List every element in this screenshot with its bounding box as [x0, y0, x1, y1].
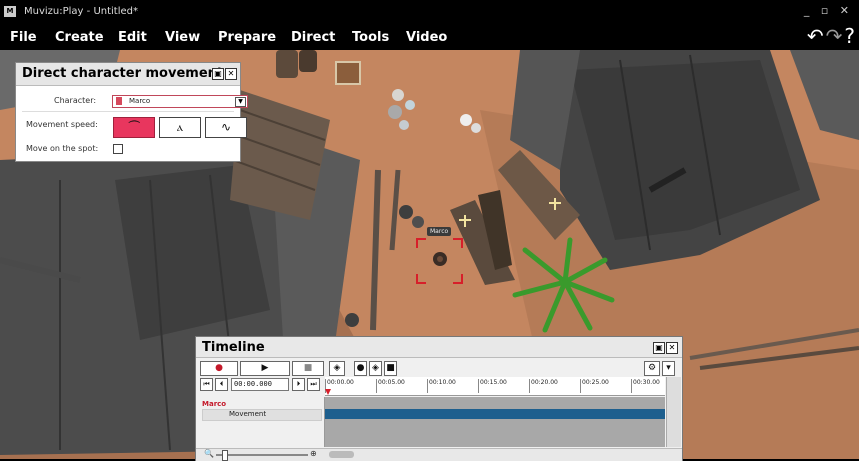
dot-icon[interactable]: ●	[354, 361, 367, 376]
zoom-slider-handle[interactable]	[222, 450, 228, 461]
character-name-tag: Marco	[427, 227, 452, 236]
square-icon[interactable]: ■	[384, 361, 397, 376]
character-value: Marco	[129, 97, 151, 105]
menu-direct[interactable]: Direct	[291, 30, 335, 45]
close-icon[interactable]: ✕	[225, 68, 237, 80]
horizontal-scrollbar[interactable]	[329, 451, 354, 458]
panel-title: Direct character movement	[22, 66, 224, 81]
close-icon[interactable]: ✕	[666, 342, 678, 354]
crate	[335, 61, 361, 85]
step-back-icon[interactable]: ⏴	[215, 378, 228, 391]
undo-redo-group: ↶ ↷?	[805, 26, 855, 46]
character-selection-frame[interactable]	[416, 238, 463, 284]
app-icon: M	[4, 6, 16, 17]
gear-icon[interactable]: ⚙	[644, 361, 660, 376]
barrel	[299, 50, 317, 72]
zoom-in-icon[interactable]: ⊕	[310, 449, 317, 458]
step-forward-icon[interactable]: ⏵	[292, 378, 305, 391]
spot-label: Move on the spot:	[26, 144, 99, 153]
barrel	[276, 50, 298, 78]
character-icon	[116, 97, 122, 105]
run-icon: ⏜	[128, 120, 140, 134]
character-label: Character:	[54, 96, 97, 105]
timeline-header[interactable]: Timeline ▣ ✕	[196, 337, 682, 358]
menu-file[interactable]: File	[10, 30, 37, 45]
keyframe-icon[interactable]: ◈	[329, 361, 345, 376]
track-movement[interactable]: Movement	[202, 409, 322, 421]
menu-prepare[interactable]: Prepare	[218, 30, 276, 45]
help-button[interactable]: ?	[844, 24, 855, 48]
time-ruler[interactable]: 00:00.00 00:05.00 00:10.00 00:15.00 00:2…	[325, 377, 665, 396]
chevron-down-icon[interactable]: ▾	[662, 361, 675, 376]
sneak-icon: ∿	[220, 120, 232, 134]
menu-view[interactable]: View	[165, 30, 200, 45]
undo-icon[interactable]: ↶	[807, 24, 824, 48]
add-key-icon[interactable]: ◈	[369, 361, 382, 376]
track-name-marco[interactable]: Marco	[202, 400, 226, 408]
movement-clip[interactable]	[325, 409, 665, 419]
time-tick: 00:30.00	[631, 379, 660, 393]
speed-label: Movement speed:	[26, 120, 98, 129]
vertical-scrollbar[interactable]	[666, 377, 681, 447]
play-button[interactable]: ▶	[240, 361, 290, 376]
menu-edit[interactable]: Edit	[118, 30, 147, 45]
zoom-slider[interactable]	[216, 454, 308, 456]
zoom-row: 🔍 ⊕	[196, 448, 682, 461]
walk-icon: ⲁ	[177, 120, 183, 134]
track-sub-label: Movement	[229, 410, 267, 418]
move-on-spot-checkbox[interactable]	[113, 144, 123, 154]
speed-walk-button[interactable]: ⲁ	[159, 117, 201, 138]
rewind-start-icon[interactable]: ⏮	[200, 378, 213, 391]
stop-button[interactable]: ■	[292, 361, 324, 376]
playhead[interactable]	[325, 389, 331, 395]
zoom-out-icon[interactable]: 🔍	[204, 449, 214, 458]
chevron-down-icon[interactable]: ▼	[235, 97, 246, 107]
title-bar: M Muvizu:Play - Untitled* _ ▫ ✕	[0, 0, 859, 24]
menu-bar: File Create Edit View Prepare Direct Too…	[0, 24, 859, 50]
redo-icon[interactable]: ↷	[826, 24, 843, 48]
time-tick: 00:05.00	[376, 379, 405, 393]
timecode-field[interactable]: 00:00.000	[231, 378, 289, 391]
divider	[22, 111, 234, 112]
time-tick: 00:20.00	[529, 379, 558, 393]
timeline-panel: Timeline ▣ ✕ ● ▶ ■ ◈ ● ◈ ■ ⚙ ▾ ⏮ ⏴ 00:00…	[195, 336, 683, 461]
window-controls[interactable]: _ ▫ ✕	[804, 4, 853, 17]
menu-tools[interactable]: Tools	[352, 30, 389, 45]
menu-video[interactable]: Video	[406, 30, 447, 45]
speed-sneak-button[interactable]: ∿	[205, 117, 247, 138]
time-tick: 00:15.00	[478, 379, 507, 393]
forward-end-icon[interactable]: ⏭	[307, 378, 320, 391]
speed-run-button[interactable]: ⏜	[113, 117, 155, 138]
direct-movement-panel: Direct character movement ▣ ✕ Character:…	[15, 62, 248, 162]
time-tick: 00:25.00	[580, 379, 609, 393]
track-area[interactable]	[325, 397, 665, 447]
panel-header[interactable]: Direct character movement ▣ ✕	[16, 63, 240, 86]
time-tick: 00:10.00	[427, 379, 456, 393]
window-title: Muvizu:Play - Untitled*	[24, 6, 138, 17]
menu-create[interactable]: Create	[55, 30, 104, 45]
pin-icon[interactable]: ▣	[212, 68, 224, 80]
timeline-title: Timeline	[202, 340, 265, 355]
pin-icon[interactable]: ▣	[653, 342, 665, 354]
track-list: Marco Movement	[196, 397, 325, 447]
record-button[interactable]: ●	[200, 361, 238, 376]
character-dropdown[interactable]: Marco ▼	[112, 95, 248, 108]
